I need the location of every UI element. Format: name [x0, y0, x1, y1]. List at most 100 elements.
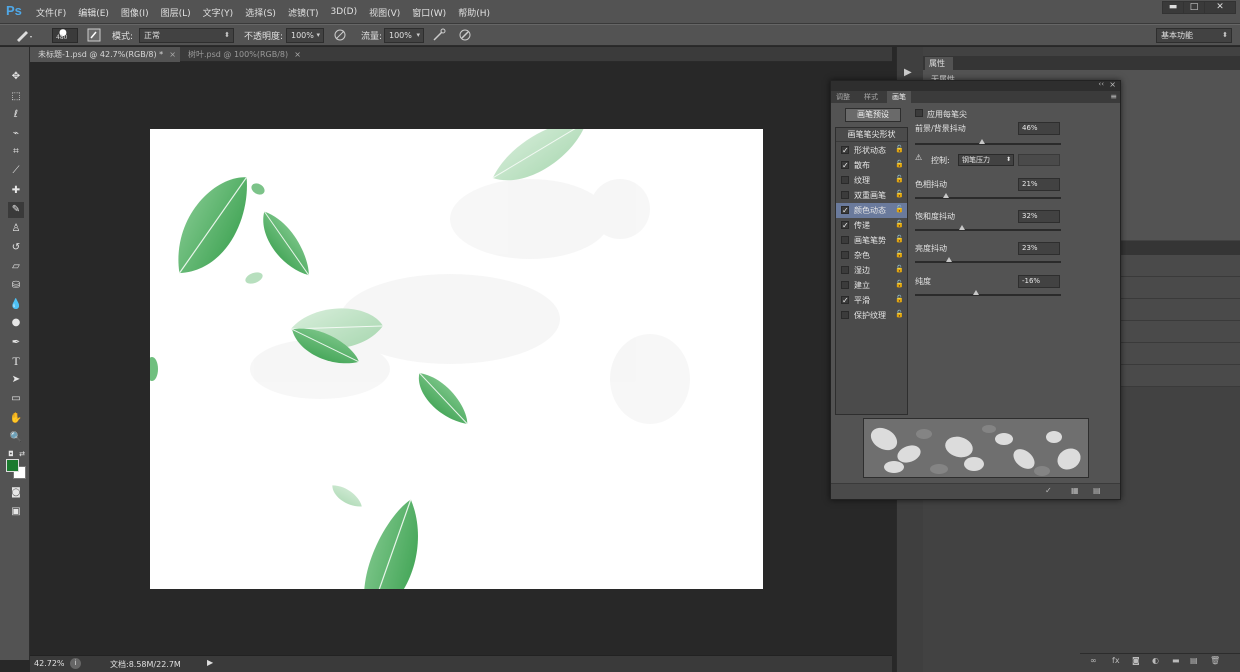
- airbrush-icon[interactable]: [432, 28, 446, 45]
- workspace-dropdown[interactable]: 基本功能 ⬍: [1156, 28, 1232, 43]
- new-group-icon[interactable]: ▬: [1172, 656, 1180, 665]
- brush-option-row[interactable]: 建立 🔓: [836, 278, 907, 293]
- mode-dropdown[interactable]: 正常 ⬍: [139, 28, 234, 43]
- brush-option-checkbox[interactable]: ✓: [841, 221, 849, 230]
- fg-bg-jitter-value[interactable]: 46%: [1018, 122, 1060, 135]
- info-icon[interactable]: i: [70, 658, 81, 669]
- close-tab-icon[interactable]: ×: [294, 47, 301, 62]
- fg-bg-jitter-slider[interactable]: [915, 139, 1061, 145]
- tab-brush[interactable]: 画笔: [887, 91, 911, 103]
- brush-option-row[interactable]: ✓ 颜色动态 🔓: [836, 203, 907, 218]
- pressure-size-icon[interactable]: [458, 28, 472, 45]
- slider-knob[interactable]: [973, 290, 980, 295]
- hue-jitter-slider[interactable]: [915, 193, 1061, 199]
- layer-row[interactable]: [1120, 343, 1240, 365]
- layer-row[interactable]: [1120, 255, 1240, 277]
- brush-panel-titlebar[interactable]: ‹‹ ×: [831, 80, 1120, 91]
- layer-row[interactable]: [1120, 299, 1240, 321]
- adjustment-layer-icon[interactable]: ◐: [1152, 656, 1159, 665]
- menu-item[interactable]: 窗口(W): [406, 6, 452, 19]
- crop-tool-icon[interactable]: ⌗: [8, 144, 24, 160]
- close-icon[interactable]: ×: [1109, 80, 1116, 89]
- new-layer-icon[interactable]: ▤: [1190, 656, 1198, 665]
- tab-adjustments[interactable]: 调整: [831, 91, 855, 103]
- opacity-input[interactable]: 100% ▾: [286, 28, 324, 43]
- brush-option-checkbox[interactable]: [841, 311, 849, 319]
- screen-mode-icon[interactable]: ▣: [8, 504, 24, 520]
- foreground-color-swatch[interactable]: [6, 459, 19, 472]
- flow-input[interactable]: 100% ▾: [384, 28, 424, 43]
- brush-option-row[interactable]: ✓ 散布 🔓: [836, 158, 907, 173]
- brush-option-row[interactable]: 湿边 🔓: [836, 263, 907, 278]
- brush-option-checkbox[interactable]: ✓: [841, 161, 849, 170]
- brush-presets-button[interactable]: 画笔预设: [845, 108, 901, 122]
- brush-option-checkbox[interactable]: [841, 176, 849, 184]
- brush-option-checkbox[interactable]: [841, 266, 849, 274]
- brush-option-row[interactable]: ✓ 平滑 🔓: [836, 293, 907, 308]
- control-dropdown[interactable]: 钢笔压力 ⬍: [958, 154, 1014, 166]
- tab-styles[interactable]: 样式: [859, 91, 883, 103]
- brush-option-row[interactable]: 保护纹理 🔓: [836, 308, 907, 323]
- link-layers-icon[interactable]: ∞: [1090, 656, 1097, 665]
- new-brush-icon[interactable]: ▤: [1093, 486, 1101, 495]
- lock-icon[interactable]: 🔓: [895, 235, 904, 243]
- layer-row[interactable]: [1120, 365, 1240, 387]
- eyedropper-tool-icon[interactable]: ⟋: [8, 163, 24, 179]
- menu-item[interactable]: 图像(I): [115, 6, 155, 19]
- history-brush-tool-icon[interactable]: ↺: [8, 240, 24, 256]
- lock-icon[interactable]: 🔓: [895, 310, 904, 318]
- marquee-tool-icon[interactable]: ⬚: [8, 89, 24, 105]
- brush-option-checkbox[interactable]: ✓: [841, 206, 849, 215]
- layer-mask-icon[interactable]: ◙: [1132, 656, 1140, 665]
- lock-icon[interactable]: 🔓: [895, 280, 904, 288]
- type-tool-icon[interactable]: T: [8, 353, 24, 369]
- close-button[interactable]: ✕: [1204, 1, 1236, 14]
- brush-option-row[interactable]: ✓ 形状动态 🔓: [836, 143, 907, 158]
- layer-style-icon[interactable]: fx: [1112, 656, 1120, 665]
- purity-slider[interactable]: [915, 290, 1061, 296]
- brush-option-checkbox[interactable]: [841, 251, 849, 259]
- brush-preset-picker[interactable]: ● 480: [52, 28, 78, 43]
- brush-tool-icon[interactable]: [14, 27, 34, 46]
- quick-mask-icon[interactable]: ◙: [8, 485, 24, 501]
- toggle-live-tip-icon[interactable]: ✓: [1045, 486, 1052, 495]
- document-workspace[interactable]: [30, 62, 892, 655]
- brush-option-row[interactable]: 画笔笔势 🔓: [836, 233, 907, 248]
- status-menu-arrow-icon[interactable]: ▶: [207, 658, 213, 667]
- quick-select-tool-icon[interactable]: ⌁: [8, 126, 24, 142]
- lock-icon[interactable]: 🔓: [895, 250, 904, 258]
- brush-option-checkbox[interactable]: ✓: [841, 146, 849, 155]
- brush-grid-icon[interactable]: ▦: [1071, 486, 1079, 495]
- lock-icon[interactable]: 🔓: [895, 295, 904, 303]
- panel-menu-icon[interactable]: ≡: [1110, 92, 1117, 101]
- tab-untitled-1[interactable]: 未标题-1.psd @ 42.7%(RGB/8) * ×: [30, 47, 180, 62]
- lock-icon[interactable]: 🔓: [895, 220, 904, 228]
- tab-properties[interactable]: 属性: [925, 57, 953, 70]
- brush-option-row[interactable]: 纹理 🔓: [836, 173, 907, 188]
- menu-item[interactable]: 选择(S): [239, 6, 282, 19]
- zoom-readout[interactable]: 42.72%: [34, 659, 66, 670]
- brush-option-checkbox[interactable]: [841, 236, 849, 244]
- brush-option-checkbox[interactable]: [841, 191, 849, 199]
- slider-knob[interactable]: [945, 257, 952, 262]
- collapse-icon[interactable]: ‹‹: [1098, 80, 1104, 88]
- blur-tool-icon[interactable]: 💧: [8, 297, 24, 313]
- saturation-jitter-slider[interactable]: [915, 225, 1061, 231]
- close-tab-icon[interactable]: ×: [169, 47, 176, 62]
- lasso-tool-icon[interactable]: ℓ: [8, 107, 24, 123]
- pressure-opacity-icon[interactable]: [333, 28, 347, 45]
- brightness-jitter-slider[interactable]: [915, 257, 1061, 263]
- lock-icon[interactable]: 🔓: [895, 175, 904, 183]
- apply-per-tip-checkbox[interactable]: [915, 109, 923, 117]
- menu-item[interactable]: 3D(D): [324, 7, 363, 17]
- brush-option-row[interactable]: 双重画笔 🔓: [836, 188, 907, 203]
- play-icon[interactable]: ▶: [904, 67, 912, 78]
- layer-row[interactable]: [1120, 321, 1240, 343]
- hue-jitter-value[interactable]: 21%: [1018, 178, 1060, 191]
- brush-option-checkbox[interactable]: ✓: [841, 296, 849, 305]
- tab-leaves[interactable]: 树叶.psd @ 100%(RGB/8) ×: [180, 47, 305, 62]
- menu-item[interactable]: 编辑(E): [72, 6, 115, 19]
- slider-knob[interactable]: [942, 193, 949, 198]
- purity-value[interactable]: -16%: [1018, 275, 1060, 288]
- trash-icon[interactable]: 🗑: [1210, 656, 1220, 665]
